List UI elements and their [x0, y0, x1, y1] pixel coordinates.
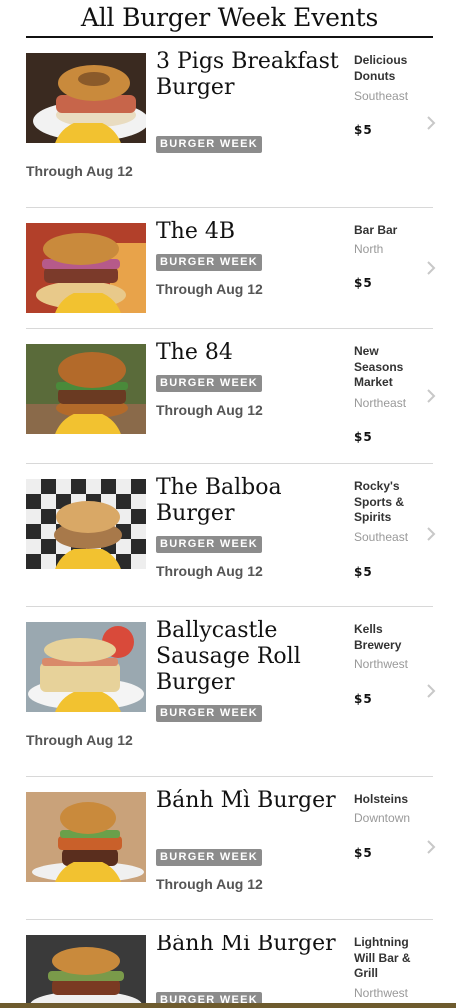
event-thumbnail[interactable]: [26, 344, 146, 434]
divider: [26, 328, 433, 329]
event-title[interactable]: Bánh Mì Burger: [156, 788, 346, 814]
divider: [26, 207, 433, 208]
event-thumbnail[interactable]: [26, 622, 146, 712]
venue-name[interactable]: Kells Brewery: [354, 622, 424, 653]
event-date: Through Aug 12: [156, 563, 263, 579]
venue-name[interactable]: Delicious Donuts: [354, 53, 424, 84]
event-thumbnail[interactable]: [26, 935, 146, 1008]
event-date: Through Aug 12: [26, 732, 133, 748]
event-date: Through Aug 12: [156, 281, 263, 297]
chevron-right-icon[interactable]: [426, 389, 436, 403]
chevron-right-icon[interactable]: [426, 116, 436, 130]
event-title[interactable]: Ballycastle Sausage Roll Burger: [156, 618, 346, 696]
event-price: $5: [354, 430, 373, 444]
venue-area: Downtown: [354, 811, 411, 825]
venue-area: Southeast: [354, 89, 409, 103]
burger-week-badge-icon: [55, 293, 121, 313]
event-tag: BURGER WEEK: [156, 705, 263, 722]
event-price: $5: [354, 565, 373, 579]
event-thumbnail[interactable]: [26, 53, 146, 143]
event-card[interactable]: The 4B BURGER WEEK Through Aug 12 Bar Ba…: [0, 219, 456, 323]
venue-name[interactable]: Bar Bar: [354, 223, 424, 239]
venue-area: Southeast: [354, 530, 409, 544]
event-title[interactable]: 3 Pigs Breakfast Burger: [156, 49, 346, 101]
event-card[interactable]: Bánh Mì Burger BURGER WEEK Lightning Wil…: [0, 935, 456, 1008]
event-card[interactable]: The 84 BURGER WEEK Through Aug 12 New Se…: [0, 340, 456, 454]
event-title[interactable]: Bánh Mì Burger: [156, 935, 346, 957]
burger-week-badge-icon: [55, 549, 121, 569]
event-tag: BURGER WEEK: [156, 254, 263, 271]
event-tag: BURGER WEEK: [156, 536, 263, 553]
event-card[interactable]: 3 Pigs Breakfast Burger BURGER WEEK Thro…: [0, 49, 456, 203]
divider: [26, 606, 433, 607]
event-tag: BURGER WEEK: [156, 136, 263, 153]
chevron-right-icon[interactable]: [426, 840, 436, 854]
event-price: $5: [354, 692, 373, 706]
event-thumbnail[interactable]: [26, 223, 146, 313]
venue-area: Northwest: [354, 986, 409, 1000]
event-card[interactable]: The Balboa Burger BURGER WEEK Through Au…: [0, 475, 456, 599]
event-title[interactable]: The 84: [156, 340, 346, 366]
venue-area: Northwest: [354, 657, 409, 671]
venue-name[interactable]: New Seasons Market: [354, 344, 424, 391]
venue-area: Northeast: [354, 396, 407, 410]
chevron-right-icon[interactable]: [426, 684, 436, 698]
event-list: 3 Pigs Breakfast Burger BURGER WEEK Thro…: [0, 0, 456, 1008]
event-date: Through Aug 12: [156, 876, 263, 892]
event-title[interactable]: The 4B: [156, 219, 346, 245]
event-card[interactable]: Ballycastle Sausage Roll Burger BURGER W…: [0, 618, 456, 752]
event-date: Through Aug 12: [26, 163, 133, 179]
venue-name[interactable]: Rocky's Sports & Spirits: [354, 479, 424, 526]
event-tag: BURGER WEEK: [156, 849, 263, 866]
venue-area: North: [354, 242, 384, 256]
event-card[interactable]: Bánh Mì Burger BURGER WEEK Through Aug 1…: [0, 788, 456, 902]
burger-week-badge-icon: [55, 862, 121, 882]
venue-name[interactable]: Holsteins: [354, 792, 424, 808]
burger-photo: [26, 935, 146, 1008]
chevron-right-icon[interactable]: [426, 261, 436, 275]
bottom-rule: [0, 1003, 456, 1008]
event-tag: BURGER WEEK: [156, 375, 263, 392]
divider: [26, 776, 433, 777]
divider: [26, 919, 433, 920]
divider: [26, 463, 433, 464]
burger-week-badge-icon: [55, 414, 121, 434]
event-thumbnail[interactable]: [26, 479, 146, 569]
event-price: $5: [354, 123, 373, 137]
event-date: Through Aug 12: [156, 402, 263, 418]
burger-week-badge-icon: [55, 123, 121, 143]
event-thumbnail[interactable]: [26, 792, 146, 882]
event-price: $5: [354, 846, 373, 860]
event-price: $5: [354, 276, 373, 290]
chevron-right-icon[interactable]: [426, 527, 436, 541]
event-title[interactable]: The Balboa Burger: [156, 475, 346, 527]
burger-week-badge-icon: [55, 692, 121, 712]
venue-name[interactable]: Lightning Will Bar & Grill: [354, 935, 424, 982]
